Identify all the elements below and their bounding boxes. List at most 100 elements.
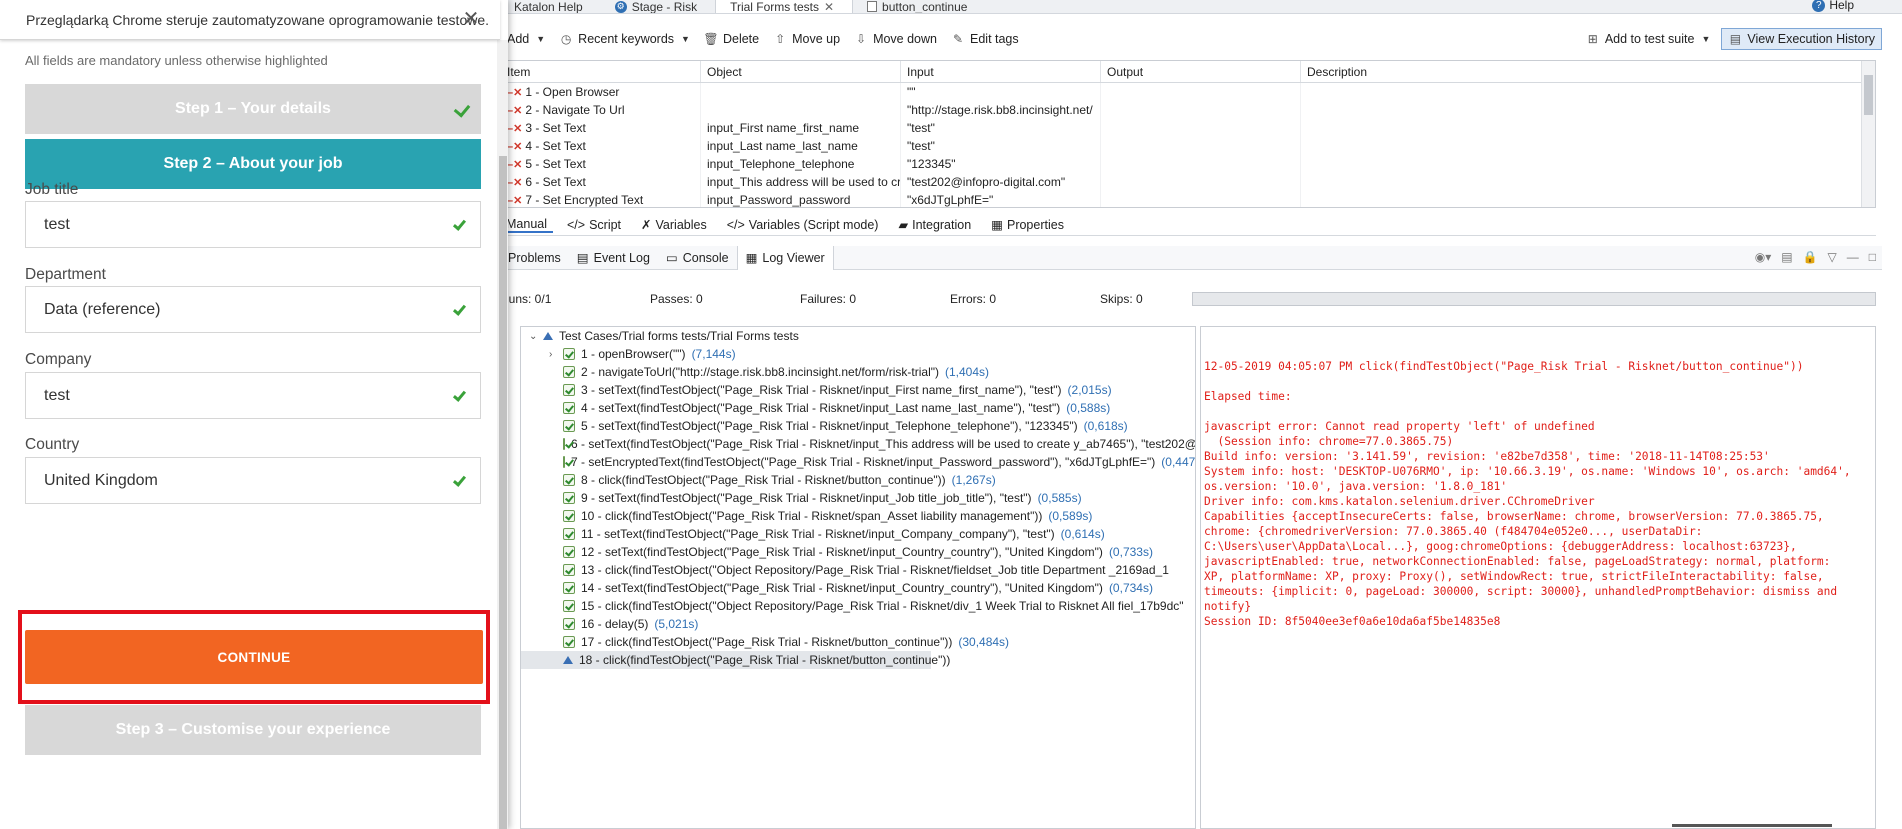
- chevron-down-icon[interactable]: ▼: [1699, 34, 1710, 44]
- tab-console[interactable]: ▭ Console: [658, 246, 737, 270]
- view-execution-history-button[interactable]: ▤ View Execution History: [1721, 28, 1882, 50]
- automation-infobar: Przeglądarką Chrome steruje zautomatyzow…: [0, 0, 500, 40]
- close-icon[interactable]: ✕: [460, 8, 482, 30]
- tree-row[interactable]: 9 - setText(findTestObject("Page_Risk Tr…: [521, 489, 1195, 507]
- tree-row[interactable]: 6 - setText(findTestObject("Page_Risk Tr…: [521, 435, 1195, 453]
- continue-button[interactable]: CONTINUE: [25, 630, 483, 684]
- chevron-right-icon[interactable]: ›: [549, 349, 557, 360]
- add-to-test-suite-button[interactable]: ⊞ Add to test suite ▼: [1579, 28, 1718, 50]
- column-header[interactable]: Output: [1101, 61, 1301, 82]
- tree-row[interactable]: 10 - click(findTestObject("Page_Risk Tri…: [521, 507, 1195, 525]
- tree-root[interactable]: ⌄ Test Cases/Trial forms tests/Trial For…: [521, 327, 1195, 345]
- tree-row[interactable]: 2 - navigateToUrl("http://stage.risk.bb8…: [521, 363, 1195, 381]
- console-tab-bar: Problems ▤ Event Log ▭ Console ▦ Log Viewer…: [500, 245, 1882, 270]
- tab-script[interactable]: </> Script: [561, 218, 627, 232]
- field-value: test: [44, 215, 70, 233]
- minimize-icon[interactable]: —: [1847, 250, 1859, 264]
- job-title-input[interactable]: test: [25, 201, 481, 248]
- scrollbar-thumb[interactable]: [499, 156, 507, 829]
- step-label: 6 - setText(findTestObject("Page_Risk Tr…: [571, 437, 1196, 451]
- tab-variables-script-mode[interactable]: </> Variables (Script mode): [721, 218, 885, 232]
- tree-row[interactable]: 11 - setText(findTestObject("Page_Risk T…: [521, 525, 1195, 543]
- department-select[interactable]: Data (reference): [25, 286, 481, 333]
- tree-row[interactable]: 12 - setText(findTestObject("Page_Risk T…: [521, 543, 1195, 561]
- chevron-down-icon[interactable]: ⌄: [529, 331, 537, 342]
- tab-katalon-help[interactable]: Katalon Help: [500, 0, 601, 13]
- move-up-button[interactable]: ⇧ Move up: [766, 28, 847, 50]
- trash-icon: 🗑: [703, 32, 719, 46]
- tree-row[interactable]: 8 - click(findTestObject("Page_Risk Tria…: [521, 471, 1195, 489]
- step-duration: (30,484s): [958, 635, 1010, 649]
- page-scrollbar[interactable]: [497, 40, 508, 829]
- tree-row[interactable]: 16 - delay(5) (5,021s): [521, 615, 1195, 633]
- failed-icon: –✕: [507, 195, 523, 207]
- column-header[interactable]: Description: [1301, 61, 1875, 82]
- log-line: Elapsed time:: [1204, 390, 1292, 403]
- output-cell: [1101, 101, 1301, 119]
- tab-trial-forms-tests[interactable]: Trial Forms tests ✕: [715, 0, 854, 13]
- tree-view-icon[interactable]: ▤: [1781, 250, 1792, 264]
- company-input[interactable]: test: [25, 372, 481, 419]
- tab-variables[interactable]: ✗ Variables: [635, 217, 713, 233]
- company-label: Company: [25, 351, 92, 368]
- lock-icon[interactable]: 🔒: [1803, 250, 1818, 264]
- table-row[interactable]: –✕ 2 - Navigate To Url "http://stage.risk.…: [501, 101, 1875, 119]
- tab-stage-risk[interactable]: ⚙ Stage - Risk: [601, 0, 715, 13]
- move-down-button[interactable]: ⇩ Move down: [847, 28, 944, 50]
- tab-button-continue[interactable]: button_continue: [853, 0, 985, 13]
- recent-keywords-button[interactable]: ◷ Recent keywords ▼: [552, 28, 697, 50]
- arrow-up-icon: ⇧: [775, 32, 786, 46]
- country-input[interactable]: United Kingdom: [25, 457, 481, 504]
- log-detail-panel: 12-05-2019 04:05:07 PM click(findTestObj…: [1200, 326, 1876, 829]
- eye-icon[interactable]: ◉▾: [1755, 250, 1772, 264]
- scrollbar-thumb[interactable]: [1864, 75, 1873, 115]
- tree-row[interactable]: 4 - setText(findTestObject("Page_Risk Tr…: [521, 399, 1195, 417]
- tree-row[interactable]: › 1 - openBrowser("") (7,144s): [521, 345, 1195, 363]
- step-label: 18 - click(findTestObject("Page_Risk Tri…: [579, 653, 951, 667]
- tab-event-log[interactable]: ▤ Event Log: [569, 246, 658, 270]
- passed-icon: [563, 528, 575, 540]
- object-cell: [701, 83, 901, 101]
- view-menu-icon[interactable]: ▽: [1828, 250, 1837, 264]
- step-1-your-details[interactable]: Step 1 – Your details: [25, 84, 481, 134]
- close-icon[interactable]: ✕: [824, 0, 834, 13]
- tree-row-selected[interactable]: 18 - click(findTestObject("Page_Risk Tri…: [521, 651, 950, 669]
- tree-row[interactable]: 15 - click(findTestObject("Object Reposi…: [521, 597, 1195, 615]
- tab-properties[interactable]: ▦ Properties: [985, 217, 1070, 233]
- column-header[interactable]: Input: [901, 61, 1101, 82]
- table-row[interactable]: –✕ 5 - Set Text input_Telephone_telephone "…: [501, 155, 1875, 173]
- tab-log-viewer[interactable]: ▦ Log Viewer: [736, 245, 834, 270]
- table-row[interactable]: –✕ 3 - Set Text input_First name_first_nam…: [501, 119, 1875, 137]
- tree-row[interactable]: 7 - setEncryptedText(findTestObject("Pag…: [521, 453, 1195, 471]
- step-3-customise-experience[interactable]: Step 3 – Customise your experience: [25, 705, 481, 755]
- maximize-icon[interactable]: □: [1869, 250, 1876, 264]
- pencil-icon: ✎: [952, 32, 964, 46]
- column-header[interactable]: Item: [501, 61, 701, 82]
- tab-problems[interactable]: Problems: [500, 246, 569, 270]
- tree-row[interactable]: 13 - click(findTestObject("Object Reposi…: [521, 561, 1195, 579]
- chevron-down-icon[interactable]: ▼: [679, 34, 690, 44]
- table-scrollbar[interactable]: [1861, 61, 1875, 207]
- execution-log-tree: ⌄ Test Cases/Trial forms tests/Trial For…: [520, 326, 1196, 829]
- edit-tags-button[interactable]: ✎ Edit tags: [944, 28, 1026, 50]
- event-log-icon: ▤: [576, 251, 589, 265]
- tree-row[interactable]: 14 - setText(findTestObject("Page_Risk T…: [521, 579, 1195, 597]
- failed-icon: –✕: [507, 159, 523, 171]
- table-row[interactable]: –✕ 4 - Set Text input_Last name_last_name "…: [501, 137, 1875, 155]
- document-icon: [867, 1, 878, 12]
- chevron-down-icon[interactable]: ▼: [534, 34, 545, 44]
- tree-row[interactable]: 3 - setText(findTestObject("Page_Risk Tr…: [521, 381, 1195, 399]
- table-row[interactable]: –✕ 1 - Open Browser "": [501, 83, 1875, 101]
- tab-label: Variables (Script mode): [748, 217, 879, 232]
- table-row[interactable]: –✕ 7 - Set Encrypted Text input_Password_p…: [501, 191, 1875, 207]
- description-cell: [1301, 155, 1875, 173]
- tab-integration[interactable]: ▰ Integration: [892, 217, 977, 233]
- table-row[interactable]: –✕ 6 - Set Text input_This address will be…: [501, 173, 1875, 191]
- help-link[interactable]: ? Help: [1812, 0, 1854, 12]
- delete-button[interactable]: 🗑 Delete: [697, 28, 766, 50]
- tree-row[interactable]: 17 - click(findTestObject("Page_Risk Tri…: [521, 633, 1195, 651]
- tree-row[interactable]: 5 - setText(findTestObject("Page_Risk Tr…: [521, 417, 1195, 435]
- tab-label: Integration: [912, 217, 972, 232]
- step-2-about-your-job[interactable]: Step 2 – About your job: [25, 139, 481, 189]
- column-header[interactable]: Object: [701, 61, 901, 82]
